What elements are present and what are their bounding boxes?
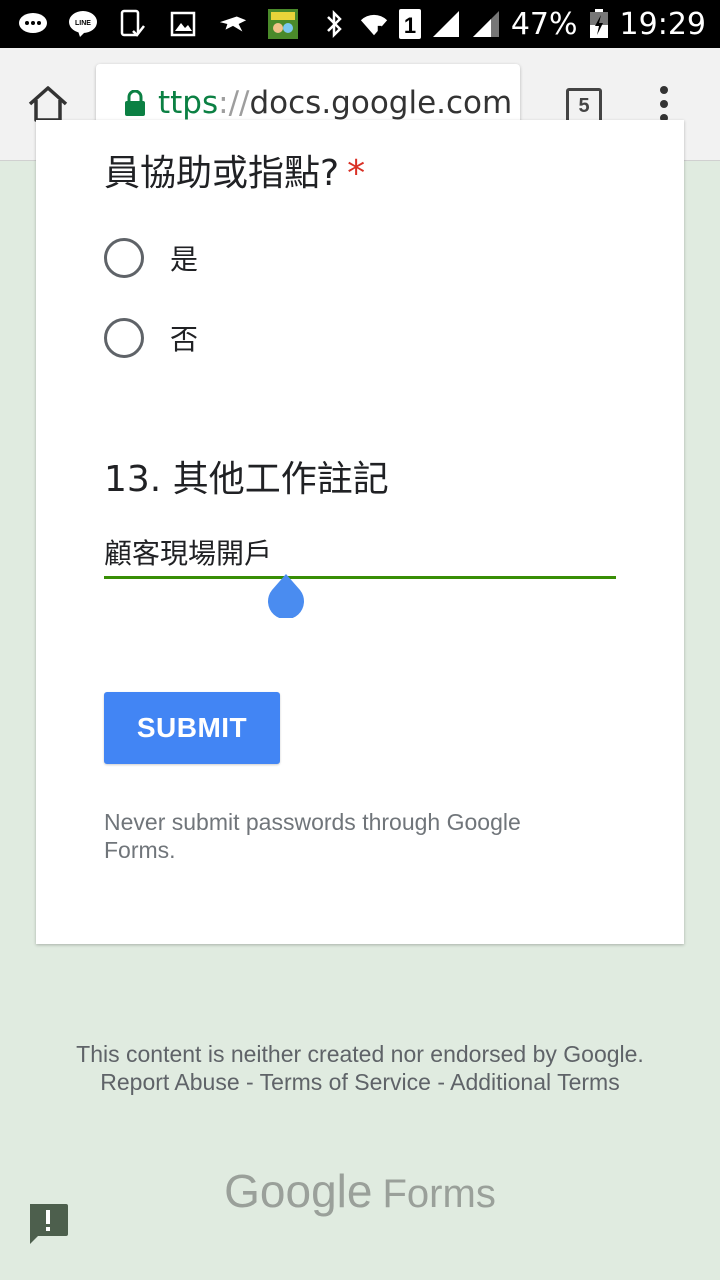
radio-option-no[interactable]: 否 (104, 316, 198, 360)
sim-number: 1 (404, 13, 416, 38)
question-12-title: 員協助或指點? * (104, 152, 365, 196)
more-vert-icon (660, 86, 668, 122)
url-separator: :// (218, 85, 250, 121)
radio-button-yes[interactable] (104, 238, 144, 278)
tab-switcher-button[interactable]: 5 (566, 88, 602, 124)
status-bar: LINE 1 47% 19:29 (0, 0, 720, 48)
report-abuse-link[interactable]: Report Abuse (100, 1069, 239, 1095)
tab-count: 5 (578, 94, 590, 117)
report-feedback-button[interactable] (26, 1202, 70, 1246)
password-warning: Never submit passwords through Google Fo… (104, 809, 521, 863)
google-forms-logo[interactable]: Google Forms (0, 1164, 720, 1218)
home-button[interactable] (26, 84, 70, 124)
question-13-title: 13. 其他工作註記 (104, 459, 389, 500)
lock-icon (125, 90, 145, 116)
logo-google-text: Google (224, 1165, 373, 1217)
bird-icon (218, 9, 248, 39)
form-card: 員協助或指點?* 是 否 13. 其他工作註記 SUBMIT Never sub… (36, 120, 684, 944)
url-host: docs.google.com (249, 85, 513, 121)
footer-disclaimer: This content is neither created nor endo… (60, 1040, 660, 1096)
disclaimer-text: This content is neither created nor endo… (76, 1041, 644, 1067)
question-12-title-text: 員協助或指點? (104, 153, 340, 194)
battery-percent: 47% (510, 6, 578, 42)
image-icon (168, 9, 198, 39)
required-asterisk: * (347, 153, 366, 194)
system-icons: 1 47% 19:29 (319, 0, 706, 48)
home-icon (28, 86, 68, 122)
chat-bubble-icon (18, 9, 48, 39)
footer-separator-1: - (239, 1069, 260, 1095)
additional-terms-link[interactable]: Additional Terms (450, 1069, 620, 1095)
submit-button[interactable]: SUBMIT (104, 692, 280, 764)
tablet-check-icon (118, 9, 148, 39)
sim-icon: 1 (398, 9, 421, 39)
line-icon: LINE (68, 9, 98, 39)
input-underline (104, 576, 616, 579)
radio-option-yes[interactable]: 是 (104, 236, 198, 280)
url-scheme: ttps (158, 85, 219, 121)
text-cursor-handle-icon[interactable] (266, 572, 306, 618)
svg-text:LINE: LINE (75, 20, 91, 27)
radio-label-no: 否 (170, 323, 199, 356)
clock: 19:29 (619, 6, 706, 42)
signal-icon (431, 9, 461, 39)
signal-icon-2 (471, 9, 501, 39)
radio-label-yes: 是 (170, 243, 199, 276)
footer-separator-2: - (430, 1069, 451, 1095)
radio-button-no[interactable] (104, 318, 144, 358)
notification-icons: LINE (18, 0, 298, 48)
battery-icon (588, 9, 610, 39)
logo-forms-text: Forms (382, 1172, 496, 1216)
terms-of-service-link[interactable]: Terms of Service (260, 1069, 431, 1095)
url-text[interactable]: ttps://docs.google.com (158, 85, 512, 121)
overflow-menu-button[interactable] (652, 84, 676, 124)
work-notes-input[interactable] (104, 528, 616, 576)
bluetooth-icon (319, 9, 349, 39)
game-app-icon (268, 9, 298, 39)
feedback-icon (30, 1204, 68, 1244)
wifi-icon (359, 9, 389, 39)
